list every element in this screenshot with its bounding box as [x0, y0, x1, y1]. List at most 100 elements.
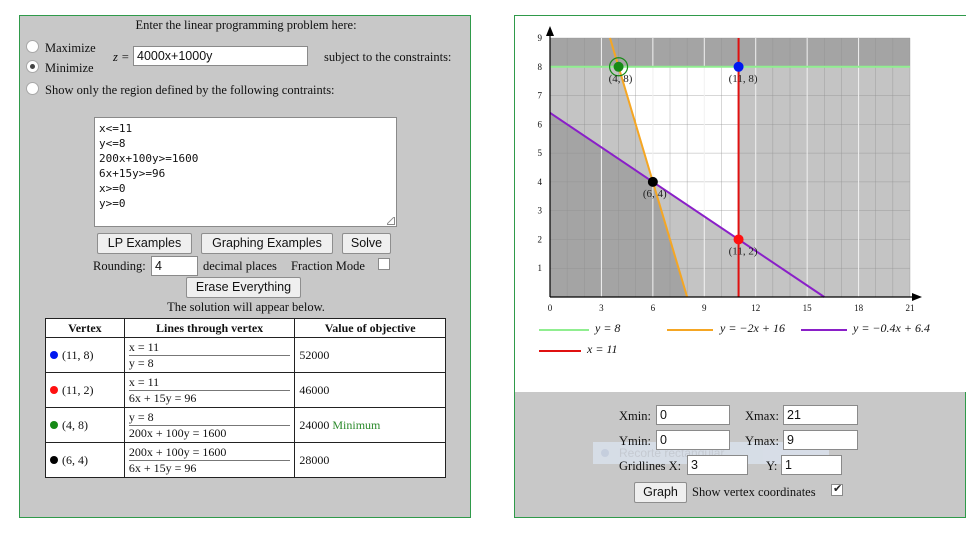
line-equation: x = 11: [128, 374, 160, 389]
vertex-color-dot: [50, 350, 58, 359]
legend-swatch: [539, 350, 581, 352]
textarea-resize-handle[interactable]: [387, 217, 395, 225]
show-vertex-coordinates-label: Show vertex coordinates: [692, 485, 816, 499]
vertex-coord: (4, 8): [62, 417, 88, 432]
z-label: z =: [113, 50, 130, 64]
x-axis-arrow: [912, 293, 922, 301]
line-equation: 200x + 100y = 1600: [128, 424, 291, 441]
y-axis-arrow: [546, 26, 554, 36]
table-header-row: Vertex Lines through vertex Value of obj…: [45, 318, 446, 338]
vertex-label: (11, 8): [729, 73, 758, 85]
objective-input[interactable]: 4000x+1000y: [133, 46, 308, 66]
y-tick-label: 4: [538, 177, 543, 187]
vertex-color-dot: [50, 385, 58, 394]
xmax-input[interactable]: 21: [783, 405, 858, 425]
vertex-label: (6, 4): [643, 188, 667, 200]
ymin-input[interactable]: 0: [656, 430, 730, 450]
gridlines-x-label: Gridlines X:: [619, 459, 682, 473]
region-only-radio[interactable]: [26, 82, 39, 95]
vertex-color-dot: [50, 455, 58, 464]
feasible-region-plot[interactable]: 0 3 6 9 12 15 18 21123456789(11, 8)(11, 2)(4, 8…: [515, 16, 967, 316]
ymax-label: Ymax:: [745, 434, 780, 448]
objective-value: 46000: [299, 382, 330, 397]
legend-swatch: [667, 329, 713, 331]
erase-everything-button[interactable]: Erase Everything: [186, 277, 301, 298]
x-tick-label: 6: [651, 303, 656, 313]
line-equation: y = 8: [128, 409, 154, 424]
vertex-point: [733, 234, 744, 245]
lp-examples-button[interactable]: LP Examples: [97, 233, 192, 254]
solve-button[interactable]: Solve: [342, 233, 391, 254]
xmin-label: Xmin:: [619, 409, 651, 423]
vertex-point: [613, 61, 624, 72]
y-tick-label: 2: [538, 234, 543, 244]
y-tick-label: 8: [538, 62, 543, 72]
x-tick-label: 18: [854, 303, 864, 313]
vertex-color-dot: [50, 420, 58, 429]
table-row: (6, 4) 200x + 100y = 1600 6x + 15y = 96 2…: [45, 442, 446, 478]
line-equation: x = 11: [128, 339, 160, 354]
rounding-input[interactable]: 4: [151, 256, 198, 276]
x-tick-label: 3: [599, 303, 604, 313]
lp-input-panel: Enter the linear programming problem her…: [19, 15, 471, 518]
table-row: (11, 2) x = 11 6x + 15y = 96 46000: [45, 372, 446, 408]
x-tick-label: 15: [803, 303, 813, 313]
xmin-input[interactable]: 0: [656, 405, 730, 425]
header-vertex: Vertex: [45, 318, 125, 338]
line-equation: 6x + 15y = 96: [128, 389, 291, 406]
rounding-label: Rounding:: [93, 259, 146, 273]
lp-heading: Enter the linear programming problem her…: [135, 18, 357, 32]
header-lines: Lines through vertex: [123, 318, 296, 338]
graph-panel: 0 3 6 9 12 15 18 21 1 2 3 4 5 6 7 8 9 (11, 8) (11, 2) (4, 8…: [514, 15, 967, 518]
graph-area: 0 3 6 9 12 15 18 21 1 2 3 4 5 6 7 8 9 (11, 8) (11, 2) (4, 8…: [515, 16, 967, 392]
vertex-label: (11, 2): [729, 245, 758, 257]
line-equation: y = 8: [128, 354, 291, 371]
ymin-label: Ymin:: [619, 434, 651, 448]
y-tick-label: 1: [538, 263, 543, 273]
region-only-label: Show only the region defined by the foll…: [45, 83, 335, 97]
line-equation: 6x + 15y = 96: [128, 459, 291, 476]
maximize-radio[interactable]: [26, 40, 39, 53]
solution-note: The solution will appear below.: [167, 300, 325, 314]
legend-label: y = −0.4x + 6.4: [853, 321, 930, 335]
show-vertex-coordinates-checkbox[interactable]: [831, 482, 843, 496]
legend-label: y = 8: [595, 321, 621, 335]
ymax-input[interactable]: 9: [783, 430, 858, 450]
xmax-label: Xmax:: [745, 409, 780, 423]
x-tick-label: 0: [548, 303, 553, 313]
vertex-label: (4, 8): [609, 73, 633, 85]
x-tick-label: 21: [906, 303, 915, 313]
subject-to-label: subject to the constraints:: [324, 50, 452, 64]
objective-value: 24000: [299, 417, 330, 432]
y-tick-label: 5: [538, 148, 543, 158]
header-objective: Value of objective: [294, 318, 446, 338]
legend-label: y = −2x + 16: [720, 321, 785, 335]
objective-value: 28000: [299, 452, 330, 467]
x-tick-label: 9: [702, 303, 707, 313]
objective-value: 52000: [299, 347, 330, 362]
minimum-badge: Minimum: [332, 417, 381, 432]
minimize-radio[interactable]: [26, 60, 39, 73]
y-tick-label: 3: [538, 206, 543, 216]
x-tick-label: 12: [751, 303, 760, 313]
gridlines-x-input[interactable]: 3: [687, 455, 748, 475]
maximize-label: Maximize: [45, 41, 96, 55]
ghost-tooltip-icon: [601, 449, 609, 457]
solution-table: Vertex Lines through vertex Value of obj…: [45, 318, 446, 478]
vertex-point: [733, 61, 744, 72]
legend-swatch: [801, 329, 847, 331]
constraints-textarea[interactable]: x<=11 y<=8 200x+100y>=1600 6x+15y>=96 x>…: [94, 117, 397, 227]
graphing-examples-button[interactable]: Graphing Examples: [201, 233, 333, 254]
decimal-places-label: decimal places: [203, 259, 277, 273]
fraction-mode-checkbox[interactable]: [378, 258, 390, 270]
fraction-mode-label: Fraction Mode: [291, 259, 365, 273]
table-row: (11, 8) x = 11 y = 8 52000: [45, 337, 446, 373]
gridlines-y-input[interactable]: 1: [781, 455, 842, 475]
table-row: (4, 8) y = 8 200x + 100y = 1600 24000 Min…: [45, 407, 446, 443]
legend-swatch: [539, 329, 589, 331]
graph-button[interactable]: Graph: [634, 482, 687, 503]
gridlines-y-label: Y:: [766, 459, 778, 473]
vertex-coord: (11, 8): [62, 347, 94, 362]
y-tick-label: 9: [538, 33, 543, 43]
vertex-point: [647, 176, 658, 187]
